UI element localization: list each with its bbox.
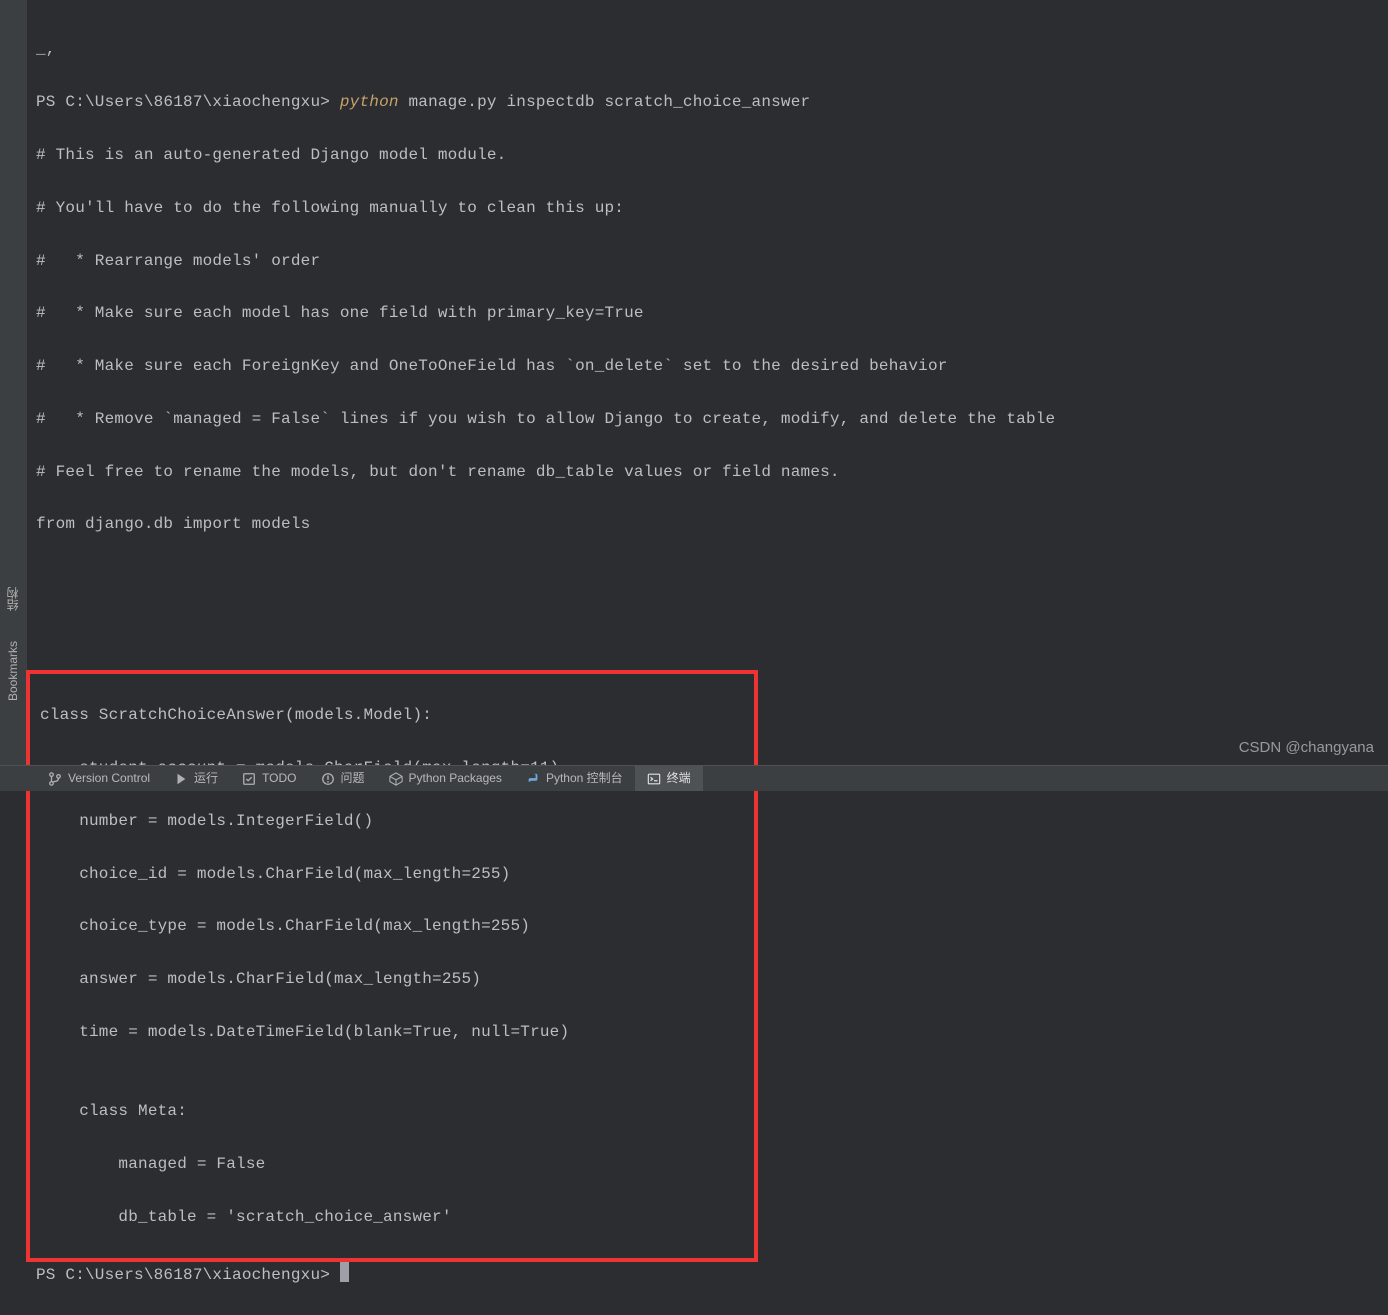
terminal-line: from django.db import models: [36, 511, 1388, 537]
tab-label: Python 控制台: [546, 769, 623, 789]
tab-problems[interactable]: 问题: [309, 766, 377, 791]
code-line: class Meta:: [40, 1098, 754, 1124]
tab-label: Version Control: [68, 769, 150, 789]
terminal-line-prompt: PS C:\Users\86187\xiaochengxu> python ma…: [36, 89, 1388, 115]
code-line: managed = False: [40, 1151, 754, 1177]
terminal-line: # * Remove `managed = False` lines if yo…: [36, 406, 1388, 432]
tab-label: Python Packages: [409, 769, 502, 789]
terminal-line: # * Rearrange models' order: [36, 248, 1388, 274]
code-line: class ScratchChoiceAnswer(models.Model):: [40, 702, 754, 728]
terminal-line-prompt: PS C:\Users\86187\xiaochengxu>: [36, 1262, 1388, 1288]
bottom-toolbar: Version Control 运行 TODO 问题 Python Packag…: [0, 765, 1388, 791]
code-line: choice_id = models.CharField(max_length=…: [40, 861, 754, 887]
sidebar-bookmarks-tab[interactable]: Bookmarks: [4, 641, 24, 701]
tab-run[interactable]: 运行: [162, 766, 230, 791]
play-icon: [174, 772, 188, 786]
code-line: time = models.DateTimeField(blank=True, …: [40, 1019, 754, 1045]
tab-label: 运行: [194, 769, 218, 789]
highlighted-code-box: class ScratchChoiceAnswer(models.Model):…: [26, 670, 758, 1263]
code-line: answer = models.CharField(max_length=255…: [40, 966, 754, 992]
tab-todo[interactable]: TODO: [230, 766, 308, 791]
python-icon: [526, 772, 540, 786]
code-line: db_table = 'scratch_choice_answer': [40, 1204, 754, 1230]
terminal-line: _,: [36, 36, 1388, 62]
git-branch-icon: [48, 772, 62, 786]
terminal-output[interactable]: _, PS C:\Users\86187\xiaochengxu> python…: [36, 0, 1388, 763]
terminal-icon: [647, 772, 661, 786]
todo-icon: [242, 772, 256, 786]
tab-python-console[interactable]: Python 控制台: [514, 766, 635, 791]
warning-icon: [321, 772, 335, 786]
tab-python-packages[interactable]: Python Packages: [377, 766, 514, 791]
terminal-cursor: [340, 1262, 349, 1282]
terminal-line: # Feel free to rename the models, but do…: [36, 459, 1388, 485]
code-line: number = models.IntegerField(): [40, 808, 754, 834]
sidebar-structure-tab[interactable]: 结构: [4, 587, 24, 611]
python-keyword: python: [340, 93, 399, 111]
tab-label: 终端: [667, 769, 691, 789]
tab-label: 问题: [341, 769, 365, 789]
watermark: CSDN @changyana: [1239, 736, 1374, 761]
tab-label: TODO: [262, 769, 296, 789]
terminal-line: # * Make sure each ForeignKey and OneToO…: [36, 353, 1388, 379]
tab-terminal[interactable]: 终端: [635, 766, 703, 791]
terminal-line: # You'll have to do the following manual…: [36, 195, 1388, 221]
left-gutter: Bookmarks 结构: [0, 0, 28, 791]
terminal-line: # * Make sure each model has one field w…: [36, 300, 1388, 326]
terminal-line: # This is an auto-generated Django model…: [36, 142, 1388, 168]
tab-version-control[interactable]: Version Control: [36, 766, 162, 791]
package-icon: [389, 772, 403, 786]
code-line: choice_type = models.CharField(max_lengt…: [40, 913, 754, 939]
